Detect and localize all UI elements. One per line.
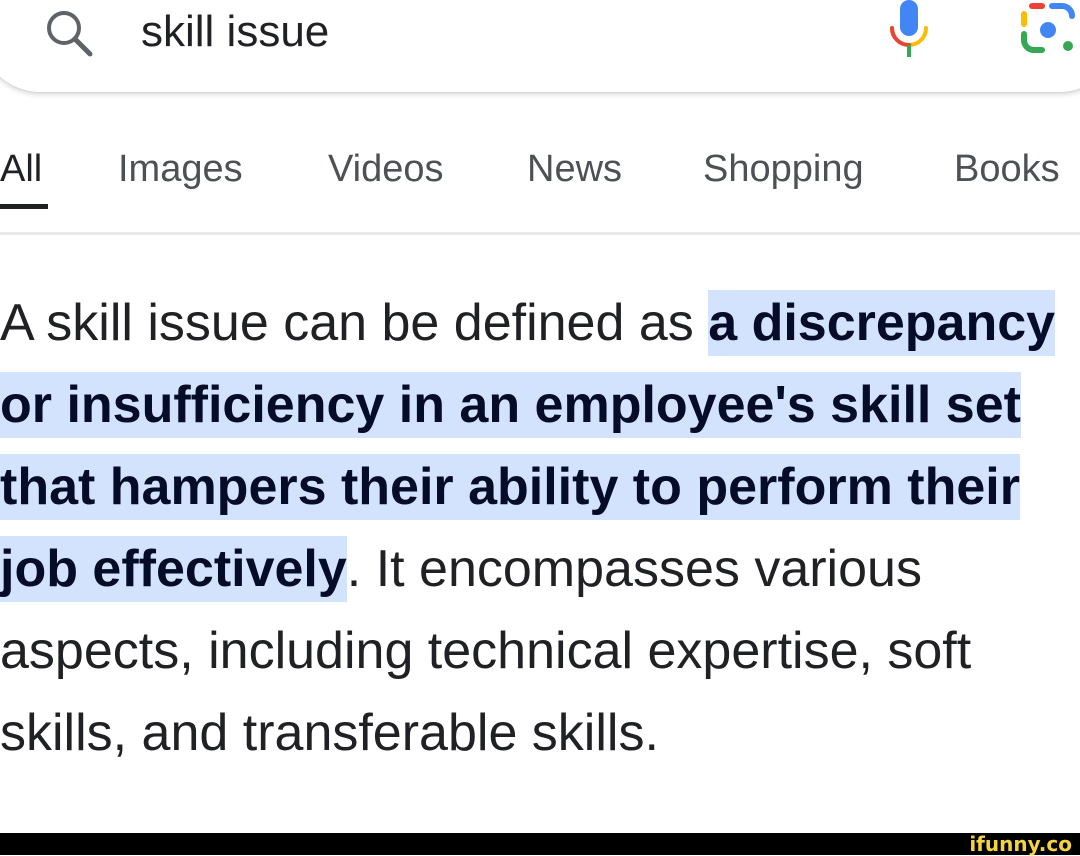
tab-shopping[interactable]: Shopping <box>703 146 864 192</box>
featured-snippet: A skill issue can be defined as a discre… <box>0 282 1080 774</box>
search-icon[interactable] <box>42 8 98 58</box>
tab-images[interactable]: Images <box>118 146 243 192</box>
watermark: ifunny.co <box>969 832 1072 856</box>
mic-icon[interactable] <box>886 0 932 60</box>
search-tabs: All Images Videos News Shopping Books <box>0 140 1080 210</box>
snippet-text-prefix: A skill issue can be defined as <box>0 294 709 352</box>
tab-all[interactable]: All <box>0 146 42 192</box>
watermark-bar <box>0 833 1080 855</box>
tab-books[interactable]: Books <box>954 146 1060 192</box>
tab-news[interactable]: News <box>527 146 622 192</box>
tab-videos[interactable]: Videos <box>328 146 444 192</box>
search-input[interactable]: skill issue <box>141 6 329 58</box>
tabs-divider <box>0 232 1080 235</box>
active-tab-indicator <box>0 204 48 209</box>
google-lens-icon[interactable] <box>1016 0 1080 58</box>
